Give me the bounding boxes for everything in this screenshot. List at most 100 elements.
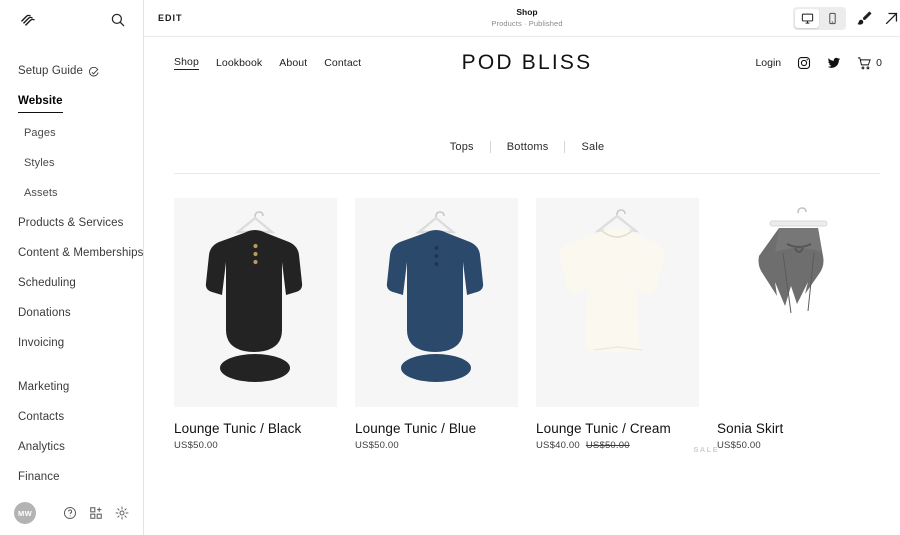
site-nav-shop[interactable]: Shop (174, 56, 199, 71)
sidebar-item-finance[interactable]: Finance (0, 462, 143, 492)
sidebar-item-label: Styles (24, 156, 55, 169)
edit-toolbar: EDIT Shop Products · Published (144, 0, 900, 37)
sidebar-item-donations[interactable]: Donations (0, 298, 143, 328)
product-image[interactable] (174, 198, 337, 407)
sidebar-footer-icons (63, 506, 129, 520)
sidebar-item-label: Invoicing (18, 336, 65, 349)
squarespace-logo[interactable] (18, 10, 38, 30)
product-title: Lounge Tunic / Cream (536, 421, 671, 436)
sidebar-item-assets[interactable]: Assets (0, 178, 143, 208)
category-filter-row: Tops Bottoms Sale (144, 141, 900, 153)
add-block-icon[interactable] (89, 506, 103, 520)
product-price: US$50.00 (717, 440, 761, 451)
arrow-up-right-icon[interactable] (883, 10, 900, 27)
search-icon[interactable] (109, 11, 127, 29)
tunic-blue-image (355, 198, 518, 407)
product-image[interactable] (536, 198, 699, 407)
page-subtitle: Products · Published (491, 19, 563, 28)
page-status: Shop Products · Published (144, 7, 900, 29)
sidebar-item-label: Donations (18, 306, 71, 319)
twitter-icon[interactable] (827, 56, 841, 70)
product-price-row: US$50.00 (717, 440, 880, 451)
sidebar-item-label: Contacts (18, 410, 65, 423)
sidebar-item-label: Pages (24, 126, 56, 139)
product-price: US$50.00 (174, 440, 218, 451)
product-title: Lounge Tunic / Blue (355, 421, 477, 436)
product-price: US$40.00 (536, 440, 580, 451)
shopping-cart-button[interactable]: 0 (857, 56, 882, 71)
site-nav-contact[interactable]: Contact (324, 57, 361, 69)
squarespace-editor-window: Setup Guide Website Pages Styles Assets (0, 0, 900, 535)
product-image[interactable] (717, 198, 880, 407)
sidebar-item-setup-guide[interactable]: Setup Guide (0, 56, 143, 86)
product-price-row: US$50.00 (174, 440, 337, 451)
sidebar-item-scheduling[interactable]: Scheduling (0, 268, 143, 298)
product-info: Sonia Skirt US$50.00 (717, 421, 880, 451)
login-link[interactable]: Login (755, 57, 781, 69)
sidebar-divider-gap (0, 358, 143, 372)
product-price: US$50.00 (355, 440, 399, 451)
device-toggle (793, 6, 846, 30)
shopping-cart-icon (858, 56, 871, 69)
sidebar: Setup Guide Website Pages Styles Assets (0, 0, 144, 535)
site-nav-lookbook[interactable]: Lookbook (216, 57, 262, 69)
category-tops[interactable]: Tops (434, 141, 490, 153)
product-title: Lounge Tunic / Black (174, 421, 302, 436)
sidebar-item-contacts[interactable]: Contacts (0, 402, 143, 432)
cart-count: 0 (876, 57, 882, 69)
sidebar-item-marketing[interactable]: Marketing (0, 372, 143, 402)
sidebar-item-label: Analytics (18, 440, 65, 453)
product-card[interactable]: Lounge Tunic / Black US$50.00 (174, 198, 337, 451)
sidebar-item-analytics[interactable]: Analytics (0, 432, 143, 462)
device-desktop-button[interactable] (795, 8, 819, 28)
page-title: Shop (516, 7, 538, 17)
edit-button[interactable]: EDIT (158, 13, 183, 23)
product-card[interactable]: Lounge Tunic / Blue US$50.00 (355, 198, 518, 451)
sale-badge: SALE (693, 445, 719, 454)
product-price-row: US$50.00 (355, 440, 518, 451)
sidebar-item-products-services[interactable]: Products & Services (0, 208, 143, 238)
sidebar-item-pages[interactable]: Pages (0, 118, 143, 148)
product-card[interactable]: Sonia Skirt US$50.00 (717, 198, 880, 451)
sidebar-item-invoicing[interactable]: Invoicing (0, 328, 143, 358)
sidebar-item-label: Content & Memberships (18, 246, 144, 259)
toolbar-right (793, 6, 900, 30)
product-info: Lounge Tunic / Black US$50.00 (174, 421, 337, 451)
sidebar-item-label: Finance (18, 470, 60, 483)
product-title: Sonia Skirt (717, 421, 784, 436)
sidebar-item-content-memberships[interactable]: Content & Memberships (0, 238, 143, 268)
paintbrush-icon[interactable] (856, 10, 873, 27)
device-mobile-button[interactable] (820, 9, 844, 28)
product-card[interactable]: Lounge Tunic / Cream US$40.00 US$50.00 S… (536, 198, 718, 454)
sidebar-item-styles[interactable]: Styles (0, 148, 143, 178)
category-sale[interactable]: Sale (565, 141, 620, 153)
category-bottoms[interactable]: Bottoms (491, 141, 565, 153)
product-old-price: US$50.00 (585, 440, 630, 451)
check-circle-icon (88, 65, 99, 77)
sidebar-item-website[interactable]: Website (0, 86, 143, 118)
tunic-black-image (174, 198, 337, 407)
help-circle-icon[interactable] (63, 506, 77, 520)
instagram-icon[interactable] (797, 56, 811, 70)
product-info: Lounge Tunic / Blue US$50.00 (355, 421, 518, 451)
sidebar-header (0, 0, 143, 40)
site-nav: Shop Lookbook About Contact (174, 56, 361, 71)
sidebar-item-label: Marketing (18, 380, 70, 393)
site-preview: Shop Lookbook About Contact POD BLISS Lo… (144, 37, 900, 535)
product-price-row: US$40.00 US$50.00 (536, 440, 699, 451)
sidebar-item-label: Setup Guide (18, 64, 84, 77)
avatar[interactable]: MW (14, 502, 36, 525)
site-nav-about[interactable]: About (279, 57, 307, 69)
sidebar-footer: MW (0, 492, 143, 535)
gear-icon[interactable] (115, 506, 129, 520)
skirt-gray-image (717, 198, 880, 407)
main-panel: EDIT Shop Products · Published Shop Look… (144, 0, 900, 535)
site-header: Shop Lookbook About Contact POD BLISS Lo… (144, 37, 900, 89)
sidebar-item-label: Assets (24, 186, 58, 199)
sidebar-item-label: Website (18, 91, 63, 113)
product-grid: Lounge Tunic / Black US$50.00 Lounge Tun… (144, 174, 900, 454)
site-actions: Login 0 (755, 56, 882, 71)
tunic-cream-image (536, 198, 699, 407)
product-image[interactable] (355, 198, 518, 407)
sidebar-item-label: Products & Services (18, 216, 124, 229)
